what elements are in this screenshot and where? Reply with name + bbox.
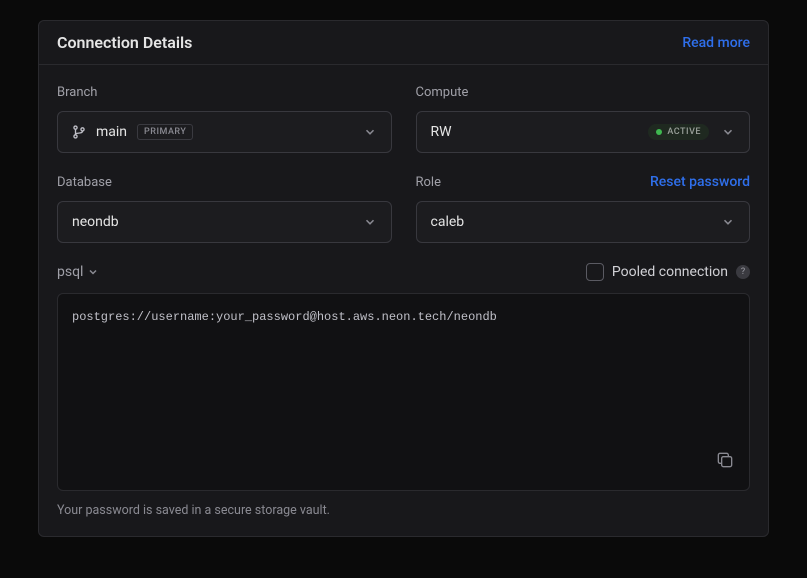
connection-details-card: Connection Details Read more Branch (38, 20, 769, 537)
connection-string-text: postgres://username:your_password@host.a… (72, 310, 497, 324)
format-selector[interactable]: psql (57, 264, 99, 280)
copy-button[interactable] (711, 446, 739, 480)
chevron-down-icon (721, 215, 735, 229)
chevron-down-icon (363, 215, 377, 229)
connection-string-box: postgres://username:your_password@host.a… (57, 293, 750, 491)
compute-select[interactable]: RW ACTIVE (416, 111, 751, 153)
branch-icon (72, 125, 86, 139)
branch-select[interactable]: main PRIMARY (57, 111, 392, 153)
pooled-connection-toggle: Pooled connection ? (586, 263, 750, 281)
branch-value: main (96, 124, 127, 140)
pooled-checkbox[interactable] (586, 263, 604, 281)
role-value: caleb (431, 214, 465, 230)
chevron-down-icon (87, 266, 99, 278)
format-value: psql (57, 264, 83, 280)
compute-value: RW (431, 124, 452, 140)
chevron-down-icon (363, 125, 377, 139)
database-value: neondb (72, 214, 119, 230)
primary-badge: PRIMARY (137, 124, 193, 140)
status-dot-icon (656, 129, 662, 135)
pooled-label: Pooled connection (612, 264, 728, 280)
database-label: Database (57, 175, 112, 190)
reset-password-link[interactable]: Reset password (650, 174, 750, 190)
read-more-link[interactable]: Read more (682, 35, 750, 51)
compute-label: Compute (416, 85, 469, 100)
role-select[interactable]: caleb (416, 201, 751, 243)
card-title: Connection Details (57, 33, 192, 52)
status-badge: ACTIVE (648, 124, 709, 140)
role-label: Role (416, 175, 441, 190)
branch-label: Branch (57, 85, 97, 100)
help-icon[interactable]: ? (736, 265, 750, 279)
database-select[interactable]: neondb (57, 201, 392, 243)
copy-icon (715, 450, 735, 470)
chevron-down-icon (721, 125, 735, 139)
footer-text: Your password is saved in a secure stora… (57, 503, 750, 518)
status-text: ACTIVE (667, 127, 701, 137)
card-body: Branch main PRIMARY (39, 65, 768, 536)
card-header: Connection Details Read more (39, 21, 768, 65)
